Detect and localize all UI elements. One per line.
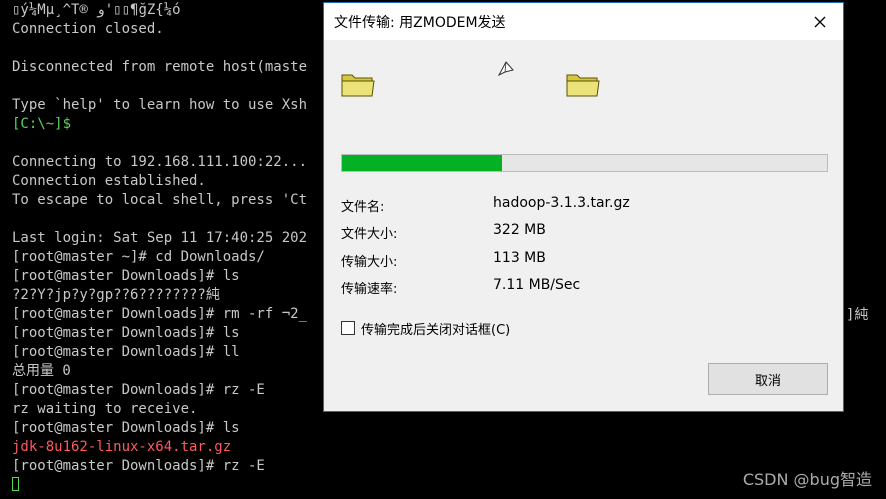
cancel-button[interactable]: 取消 bbox=[708, 363, 828, 395]
close-on-complete-checkbox[interactable] bbox=[341, 321, 355, 335]
terminal-line: Connection closed. bbox=[12, 21, 164, 37]
file-name-value: hadoop-3.1.3.tar.gz bbox=[493, 195, 630, 211]
dialog-titlebar[interactable]: 文件传输: 用ZMODEM发送 bbox=[324, 3, 843, 40]
zmodem-transfer-dialog: 文件传输: 用ZMODEM发送 文件名: hadoop-3.1.3.tar.gz… bbox=[323, 2, 844, 412]
terminal-line: [root@master Downloads]# ls bbox=[12, 420, 240, 436]
terminal-line: Disconnected from remote host(maste bbox=[12, 59, 308, 75]
terminal-line: [root@master Downloads]# ls bbox=[12, 268, 240, 284]
file-size-label: 文件大小: bbox=[341, 227, 398, 242]
transfer-rate-label: 传输速率: bbox=[341, 282, 398, 297]
terminal-line: Connection established. bbox=[12, 173, 206, 189]
close-button[interactable] bbox=[797, 3, 843, 40]
paper-plane-icon bbox=[497, 61, 514, 77]
terminal-line: ▯ý¼Mµ¸^T® و'▯▯¶ğZ{¼ó bbox=[12, 2, 181, 18]
terminal-line: [root@master Downloads]# rz -E bbox=[12, 458, 265, 474]
file-name-label: 文件名: bbox=[341, 200, 385, 215]
transferred-size-label: 传输大小: bbox=[341, 255, 398, 270]
terminal-line: Type `help' to learn how to use Xsh bbox=[12, 97, 308, 113]
terminal-line: [root@master Downloads]# rm -rf ¬2_ bbox=[12, 306, 308, 322]
terminal-line: [root@master Downloads]# rz -E bbox=[12, 382, 265, 398]
transfer-rate-value: 7.11 MB/Sec bbox=[493, 277, 581, 293]
dialog-title: 文件传输: 用ZMODEM发送 bbox=[334, 15, 506, 31]
terminal-line: To escape to local shell, press 'Ct bbox=[12, 192, 308, 208]
terminal-line: [root@master ~]# cd Downloads/ bbox=[12, 249, 265, 265]
terminal-cursor bbox=[12, 477, 19, 491]
terminal-line: ?2?Y?jp?y?gp??6????????純 bbox=[12, 287, 220, 303]
destination-folder-icon bbox=[566, 74, 600, 97]
close-icon bbox=[814, 16, 826, 27]
watermark: CSDN @bug智造 bbox=[742, 470, 872, 489]
terminal-line: [root@master Downloads]# ll bbox=[12, 344, 240, 360]
file-size-value: 322 MB bbox=[493, 222, 546, 238]
transfer-progress-bar bbox=[341, 154, 828, 172]
transfer-progress-fill bbox=[342, 155, 503, 171]
source-folder-icon bbox=[341, 74, 375, 97]
terminal-line: [root@master Downloads]# ls bbox=[12, 325, 240, 341]
terminal-prompt-line: [C:\~]$ bbox=[12, 116, 72, 132]
terminal-line: 总用量 0 bbox=[12, 363, 71, 379]
terminal-line: Connecting to 192.168.111.100:22... bbox=[12, 154, 308, 170]
terminal-line: Last login: Sat Sep 11 17:40:25 202 bbox=[12, 230, 308, 246]
close-on-complete-label[interactable]: 传输完成后关闭对话框(C) bbox=[361, 319, 510, 338]
terminal-line: rz waiting to receive. bbox=[12, 401, 198, 417]
terminal-cursor-line bbox=[12, 476, 19, 495]
transferred-size-value: 113 MB bbox=[493, 250, 546, 266]
terminal-overflow-text: ]純 bbox=[846, 307, 869, 323]
terminal-filename-line: jdk-8u162-linux-x64.tar.gz bbox=[12, 439, 232, 455]
